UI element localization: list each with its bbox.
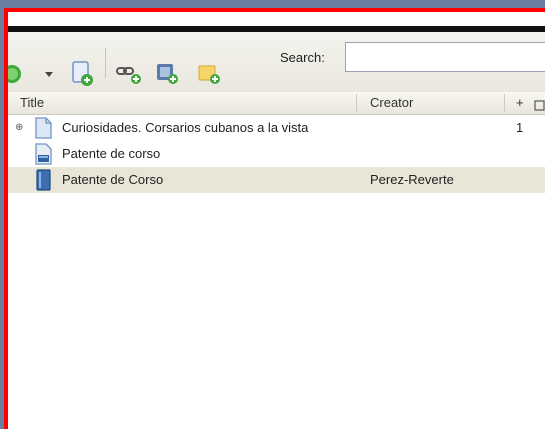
items-list: ⊕ Curiosidades. Corsarios cubanos a la v… <box>8 115 545 193</box>
new-item-button[interactable] <box>8 62 30 86</box>
column-title[interactable]: Title <box>20 92 44 114</box>
add-note-button[interactable] <box>194 59 224 89</box>
webpage-icon <box>35 143 52 165</box>
new-item-dropdown[interactable] <box>42 66 56 82</box>
attachment-icon <box>157 64 178 84</box>
search-label: Search: <box>280 50 325 65</box>
expand-toggle-icon[interactable]: ⊕ <box>15 123 23 133</box>
column-extra[interactable]: + <box>516 92 524 114</box>
book-icon <box>36 169 51 191</box>
column-separator[interactable] <box>356 94 357 112</box>
item-count: 1 <box>516 120 524 135</box>
add-attachment-button[interactable] <box>152 59 182 89</box>
link-icon <box>116 67 141 84</box>
document-icon <box>35 117 52 139</box>
item-title: Curiosidades. Corsarios cubanos a la vis… <box>62 120 309 135</box>
chevron-down-icon <box>45 72 53 77</box>
list-item[interactable]: Patente de Corso Perez-Reverte <box>8 167 545 193</box>
item-title: Patente de Corso <box>62 172 164 187</box>
list-item[interactable]: Patente de corso <box>8 141 545 167</box>
toolbar: Search: <box>8 32 545 93</box>
add-document-icon <box>72 61 93 86</box>
title-strip <box>8 12 545 26</box>
column-separator[interactable] <box>504 94 505 112</box>
green-plus-icon <box>8 65 21 83</box>
column-creator[interactable]: Creator <box>370 92 413 114</box>
item-creator: Perez-Reverte <box>370 172 454 187</box>
column-header: Title Creator + <box>8 92 545 115</box>
note-icon <box>198 65 220 84</box>
add-item-by-identifier-button[interactable] <box>68 59 96 89</box>
window-frame: Search: Title Creator + ⊕ Curiosidades. … <box>4 8 545 429</box>
item-title: Patente de corso <box>62 146 161 161</box>
add-link-button[interactable] <box>114 59 144 89</box>
list-item[interactable]: ⊕ Curiosidades. Corsarios cubanos a la v… <box>8 115 545 141</box>
column-picker-icon[interactable] <box>534 97 545 111</box>
search-input[interactable] <box>345 42 545 72</box>
toolbar-separator <box>105 48 106 78</box>
